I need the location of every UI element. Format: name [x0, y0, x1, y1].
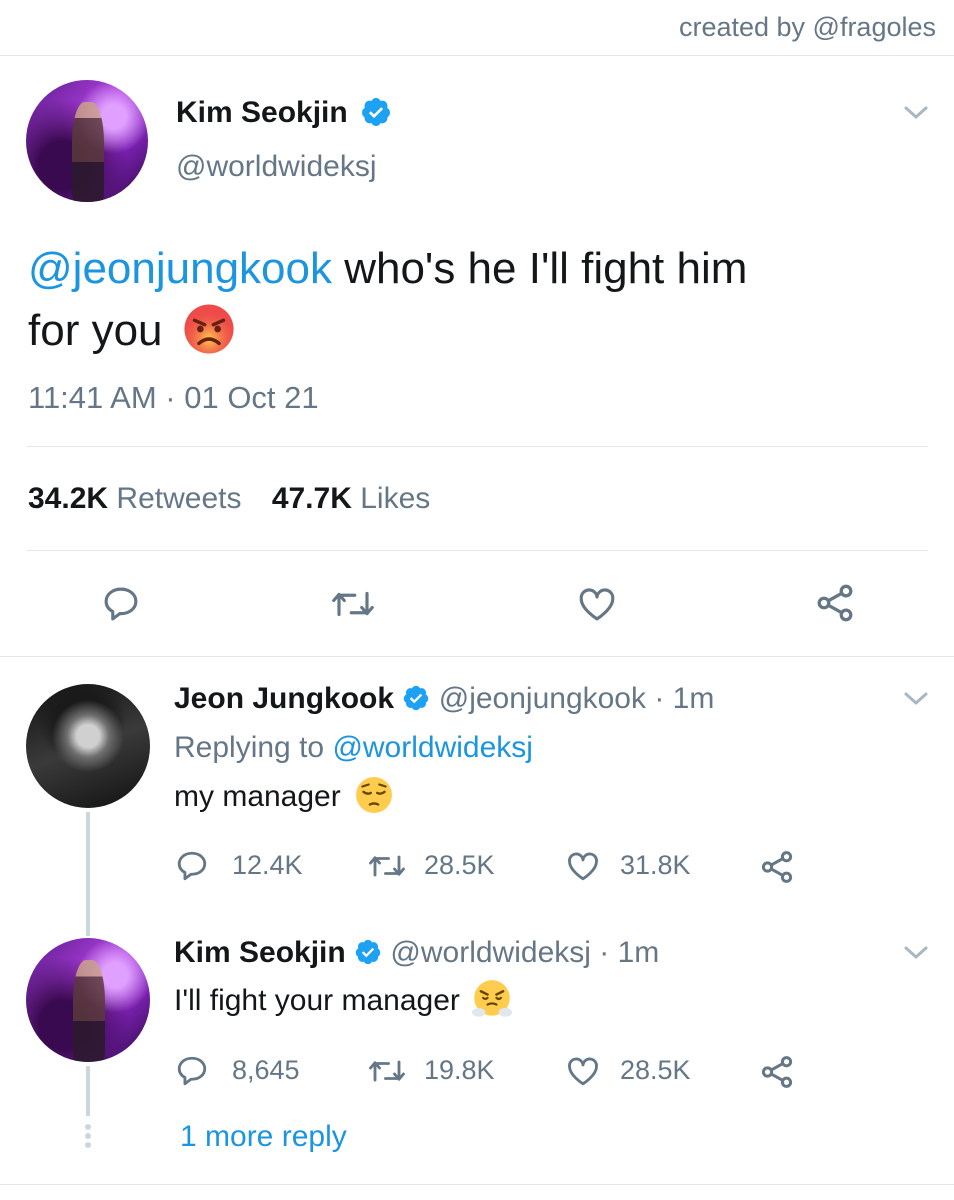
more-replies-link[interactable]: 1 more reply	[180, 1120, 347, 1154]
divider	[0, 656, 954, 657]
likes-label: Likes	[360, 482, 431, 515]
chevron-down-icon[interactable]	[903, 944, 929, 962]
divider	[0, 55, 954, 56]
reply-text-row: my manager	[174, 777, 393, 814]
heart-icon[interactable]	[564, 1053, 602, 1089]
divider	[0, 1184, 954, 1185]
chevron-down-icon[interactable]	[903, 690, 929, 708]
thread-line	[86, 812, 90, 936]
reply-text: I'll fight your manager	[174, 984, 460, 1017]
author-name-row[interactable]: Kim Seokjin	[176, 96, 392, 130]
divider	[26, 446, 928, 447]
retweet-icon[interactable]	[366, 1053, 408, 1089]
author-handle[interactable]: @worldwideksj	[176, 150, 377, 184]
pensive-face-icon	[356, 777, 393, 814]
replying-to: Replying to @worldwideksj	[174, 731, 533, 765]
replying-to-label: Replying to	[174, 731, 333, 764]
tweet-text-line1: who's he I'll fight him	[331, 244, 748, 293]
tweet-text-line2: for you	[28, 306, 163, 355]
replying-to-link[interactable]: @worldwideksj	[332, 731, 533, 764]
heart-icon[interactable]	[564, 848, 602, 884]
reply-time[interactable]: · 1m	[654, 682, 714, 715]
reply-icon[interactable]	[174, 1053, 210, 1089]
retweets-count: 34.2K	[28, 482, 109, 515]
likes-count: 47.7K	[271, 482, 352, 515]
retweet-icon[interactable]	[330, 583, 376, 625]
retweets-stat[interactable]: 34.2K Retweets	[28, 482, 241, 515]
verified-badge-icon	[362, 98, 391, 127]
tweet-text: @jeonjungkook who's he I'll fight him fo…	[28, 238, 928, 362]
likes-stat[interactable]: 47.7K Likes	[272, 482, 430, 515]
divider	[26, 550, 928, 551]
reply-header: Kim Seokjin @worldwideksj · 1m	[174, 936, 659, 970]
retweets-label: Retweets	[116, 482, 242, 515]
reply-time[interactable]: · 1m	[599, 936, 659, 969]
verified-badge-icon	[355, 939, 381, 965]
avatar[interactable]	[26, 684, 150, 808]
avatar[interactable]	[26, 80, 148, 202]
like-count: 28.5K	[620, 1055, 691, 1085]
like-count: 31.8K	[620, 850, 691, 880]
chevron-down-icon[interactable]	[903, 104, 929, 122]
author-name[interactable]: Kim Seokjin	[174, 936, 346, 969]
credit-text: created by @fragoles	[678, 12, 936, 42]
retweet-icon[interactable]	[366, 848, 408, 884]
thread-dots-icon	[85, 1124, 91, 1148]
share-icon[interactable]	[813, 581, 857, 625]
avatar[interactable]	[26, 938, 150, 1062]
reply-icon[interactable]	[174, 848, 210, 884]
reply-header: Jeon Jungkook @jeonjungkook · 1m	[174, 682, 714, 716]
reply-count: 8,645	[232, 1055, 300, 1085]
reply-count: 12.4K	[232, 850, 303, 880]
author-handle[interactable]: @worldwideksj	[390, 936, 591, 969]
pouting-face-icon	[184, 304, 234, 354]
thread-line	[86, 1066, 90, 1116]
verified-badge-icon	[404, 685, 429, 711]
retweet-count: 28.5K	[424, 850, 495, 880]
mention-link[interactable]: @jeonjungkook	[28, 244, 332, 293]
retweet-count: 19.8K	[424, 1055, 495, 1085]
share-icon[interactable]	[758, 848, 796, 886]
author-name[interactable]: Jeon Jungkook	[174, 682, 394, 715]
reply-icon[interactable]	[100, 583, 142, 625]
tweet-stats: 34.2K Retweets 47.7K Likes	[28, 482, 430, 516]
tweet-timestamp[interactable]: 11:41 AM · 01 Oct 21	[28, 380, 319, 416]
author-name[interactable]: Kim Seokjin	[176, 96, 348, 129]
reply-text: my manager	[174, 780, 341, 813]
heart-icon[interactable]	[576, 583, 618, 625]
share-icon[interactable]	[758, 1053, 796, 1091]
author-handle[interactable]: @jeonjungkook	[439, 682, 646, 715]
face-with-steam-icon	[472, 980, 513, 1017]
reply-text-row: I'll fight your manager	[174, 980, 513, 1019]
